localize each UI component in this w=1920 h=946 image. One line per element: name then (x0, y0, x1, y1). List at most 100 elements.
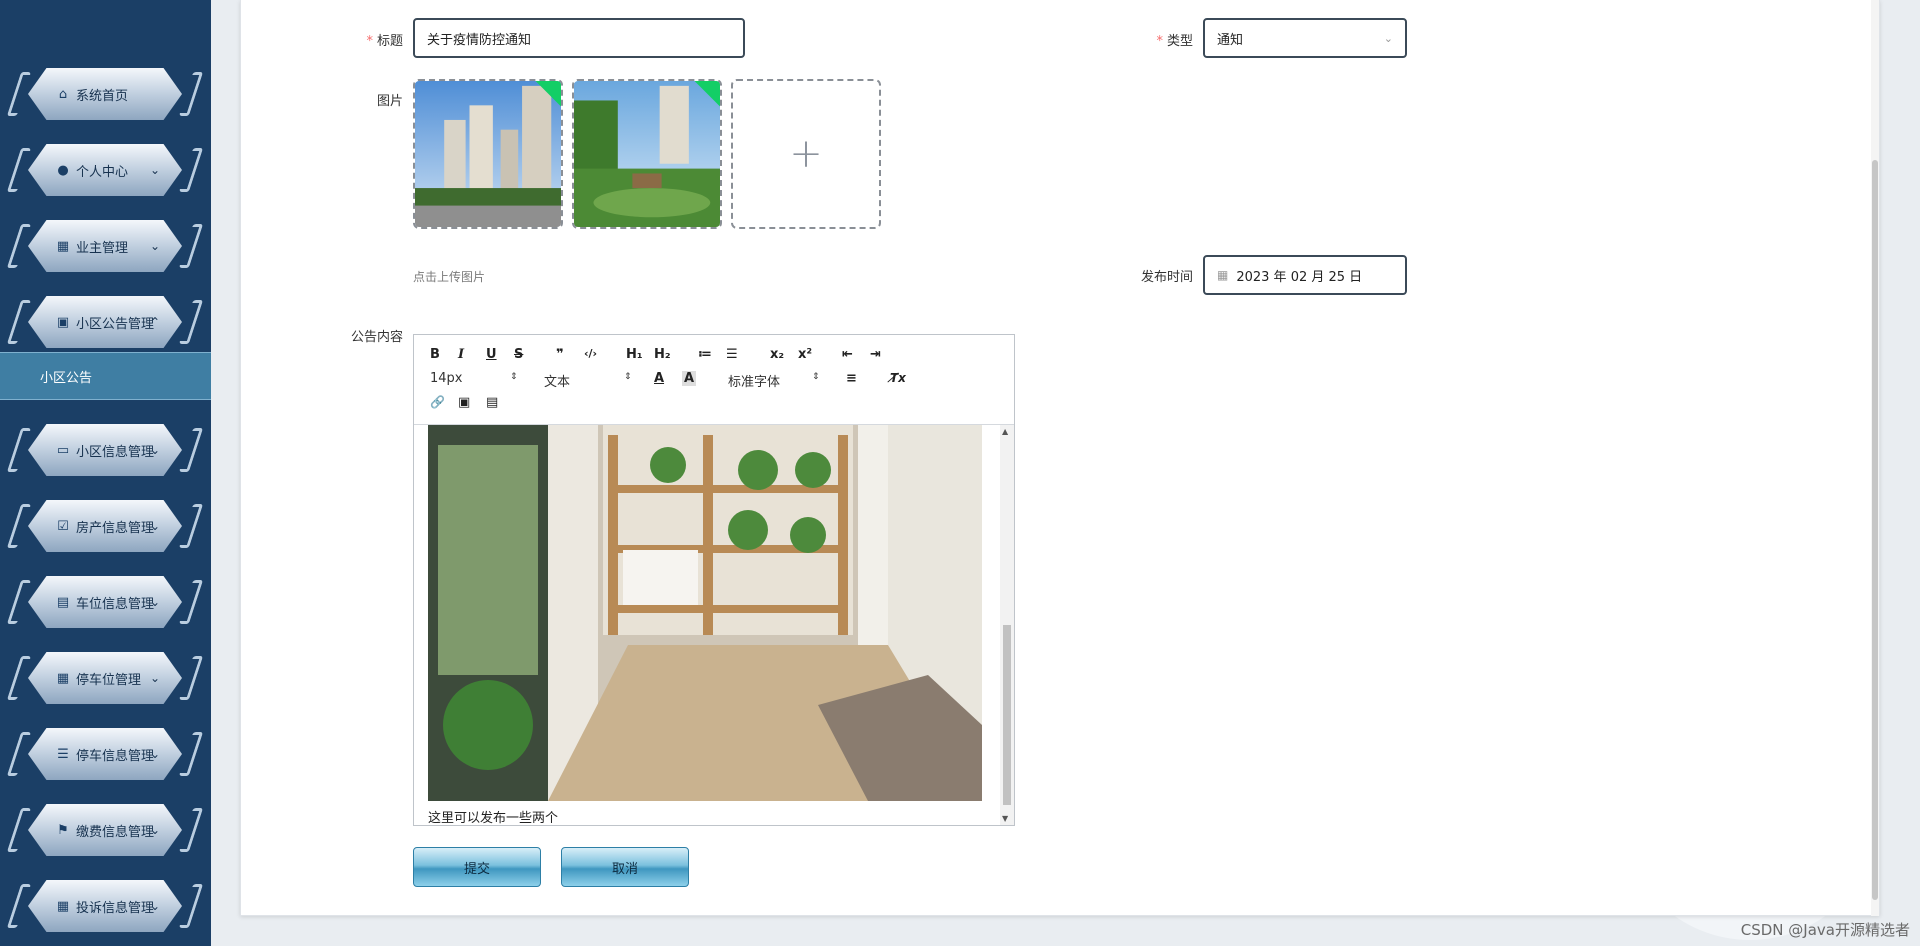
sidebar-item-community-info[interactable]: ▭ 小区信息管理 ⌄ (6, 422, 204, 478)
font-color-button[interactable]: A (654, 371, 664, 386)
subscript-button[interactable]: x₂ (770, 347, 784, 362)
csdn-watermark: CSDN @Java开源精选者 (1740, 921, 1910, 939)
title-input[interactable]: 关于疫情防控通知 (413, 18, 745, 58)
menu-bracket-right (178, 428, 204, 472)
wallet-icon: ▣ (56, 314, 70, 330)
quote-button[interactable]: ❞ (556, 347, 564, 362)
menu-pill: ⌂ 系统首页 (28, 68, 182, 120)
sidebar-item-complaint-info[interactable]: ▦ 投诉信息管理 ⌄ (6, 878, 204, 934)
font-size-value: 14px (430, 371, 463, 386)
scroll-down-icon[interactable]: ▼ (1002, 814, 1008, 823)
select-arrows-icon: ⇕ (510, 372, 518, 382)
outdent-button[interactable]: ⇤ (842, 347, 853, 362)
list-icon: ☰ (57, 746, 69, 762)
menu-bracket-right (178, 148, 204, 192)
clipboard-icon: ▤ (56, 594, 70, 610)
sidebar-item-parking-info[interactable]: ☰ 停车信息管理 ⌄ (6, 726, 204, 782)
heading1-button[interactable]: H₁ (626, 347, 643, 362)
sidebar-item-label: 缴费信息管理 (76, 824, 155, 840)
required-mark: * (366, 34, 373, 49)
user-icon: ● (57, 162, 69, 178)
sidebar-item-label: 投诉信息管理 (76, 900, 155, 916)
code-block-button[interactable]: ‹/› (584, 347, 597, 360)
uploaded-image-1[interactable] (413, 79, 563, 229)
balcony-photo (428, 425, 982, 801)
menu-bracket-right (178, 808, 204, 852)
menu-bracket-right (178, 504, 204, 548)
ordered-list-button[interactable]: ≔ (698, 347, 712, 362)
title-input-value: 关于疫情防控通知 (427, 32, 532, 48)
sidebar-item-label: 业主管理 (76, 240, 129, 256)
sidebar-subitem-label: 小区公告 (40, 370, 93, 386)
cancel-button[interactable]: 取消 (561, 847, 689, 887)
video-insert-button[interactable]: ▤ (486, 395, 498, 410)
clear-format-button[interactable]: T̸x (890, 371, 906, 385)
form-card: * 标题 关于疫情防控通知 * 类型 通知 ⌄ 图片 + 点击上传图片 发布时间… (240, 0, 1880, 916)
menu-bracket-left (6, 884, 32, 928)
sidebar-item-announcement-management[interactable]: ▣ 小区公告管理 ⌃ (6, 294, 204, 350)
grid-icon: ▦ (56, 238, 70, 254)
grid-icon: ▦ (56, 898, 70, 914)
menu-bracket-left (6, 148, 32, 192)
sidebar-item-parking-lot[interactable]: ▦ 停车位管理 ⌄ (6, 650, 204, 706)
menu-bracket-right (178, 656, 204, 700)
scroll-up-icon[interactable]: ▲ (1002, 427, 1008, 436)
heading2-button[interactable]: H₂ (654, 347, 671, 362)
chevron-down-icon: ⌄ (149, 163, 161, 177)
select-arrows-icon: ⇕ (812, 372, 820, 382)
sidebar-item-label: 小区信息管理 (76, 444, 155, 460)
editor-scrollbar[interactable]: ▲ ▼ (1000, 425, 1014, 825)
editor-text: 这里可以发布一些两个 (428, 811, 559, 826)
sidebar-item-label: 停车信息管理 (76, 748, 155, 764)
sidebar-subitem-announcement[interactable]: 小区公告 (0, 352, 211, 400)
chevron-down-icon: ⌄ (149, 823, 161, 837)
font-family-select[interactable]: 标准字体 ⇕ (728, 371, 820, 390)
title-label-text: 标题 (376, 34, 403, 49)
sidebar-item-property-info[interactable]: ☑ 房产信息管理 ⌄ (6, 498, 204, 554)
grid-icon: ▦ (56, 670, 70, 686)
image-upload-button[interactable]: + (731, 79, 881, 229)
sidebar-item-label: 系统首页 (76, 88, 129, 104)
image-insert-button[interactable]: ▣ (458, 395, 470, 410)
sidebar-item-home[interactable]: ⌂ 系统首页 (6, 66, 204, 122)
font-size-select[interactable]: 14px ⇕ (430, 371, 520, 386)
menu-bracket-left (6, 808, 32, 852)
sidebar-item-parking-space-info[interactable]: ▤ 车位信息管理 ⌄ (6, 574, 204, 630)
align-button[interactable]: ≡ (846, 371, 857, 386)
menu-bracket-left (6, 656, 32, 700)
indent-button[interactable]: ⇥ (870, 347, 881, 362)
publish-time-value: 2023 年 02 月 25 日 (1236, 269, 1363, 285)
publish-time-input[interactable]: ▦ 2023 年 02 月 25 日 (1203, 255, 1407, 295)
chevron-down-icon: ⌄ (149, 519, 161, 533)
menu-bracket-left (6, 300, 32, 344)
paragraph-format-select[interactable]: 文本 ⇕ (544, 371, 634, 390)
bold-button[interactable]: B (430, 347, 440, 362)
superscript-button[interactable]: x² (798, 347, 812, 362)
sidebar-item-owner-management[interactable]: ▦ 业主管理 ⌄ (6, 218, 204, 274)
editor-content-area[interactable]: 这里可以发布一些两个 ▲ ▼ (414, 425, 1014, 826)
italic-button[interactable]: I (458, 347, 464, 362)
menu-bracket-left (6, 580, 32, 624)
rich-text-editor[interactable]: B I U S ❞ ‹/› H₁ H₂ ≔ ☰ x₂ x² ⇤ ⇥ 14px ⇕… (413, 334, 1015, 826)
type-label-text: 类型 (1166, 34, 1193, 49)
type-select[interactable]: 通知 ⌄ (1203, 18, 1407, 58)
sidebar-item-personal-center[interactable]: ● 个人中心 ⌄ (6, 142, 204, 198)
underline-button[interactable]: U (486, 347, 497, 362)
editor-scrollbar-thumb[interactable] (1003, 625, 1011, 805)
submit-button[interactable]: 提交 (413, 847, 541, 887)
menu-bracket-right (178, 580, 204, 624)
page-scrollbar[interactable] (1871, 0, 1879, 916)
background-color-button[interactable]: A (682, 371, 697, 386)
bullet-list-button[interactable]: ☰ (726, 347, 738, 362)
chevron-down-icon: ⌄ (149, 239, 161, 253)
cancel-button-label: 取消 (611, 861, 638, 877)
sidebar-item-label: 车位信息管理 (76, 596, 155, 612)
menu-bracket-left (6, 504, 32, 548)
uploaded-image-2[interactable] (572, 79, 722, 229)
sidebar-item-payment-info[interactable]: ⚑ 缴费信息管理 ⌄ (6, 802, 204, 858)
link-button[interactable]: 🔗 (430, 395, 445, 409)
calendar-icon: ▦ (1217, 268, 1229, 282)
page-scrollbar-thumb[interactable] (1872, 160, 1878, 900)
sidebar-item-label: 个人中心 (76, 164, 129, 180)
strike-button[interactable]: S (514, 347, 523, 362)
